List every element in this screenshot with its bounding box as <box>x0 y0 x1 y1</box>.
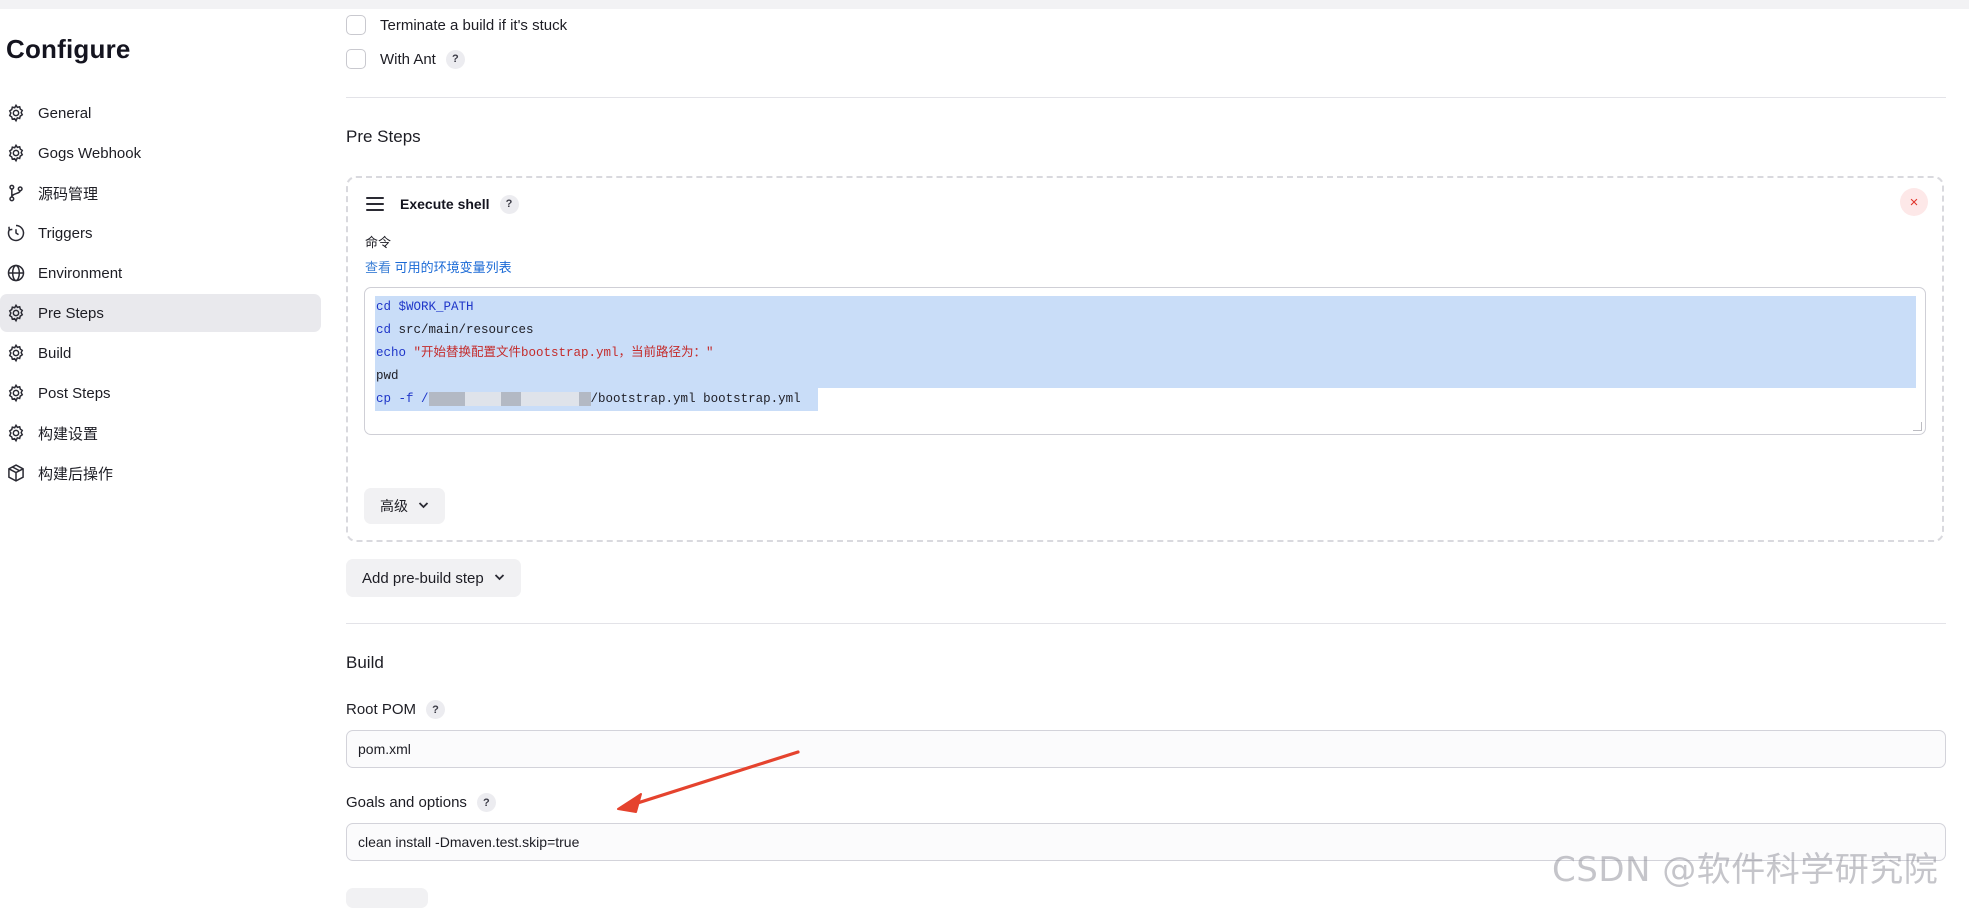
help-icon[interactable]: ? <box>426 700 446 719</box>
clock-icon <box>6 223 26 243</box>
sidebar-item-label: 构建后操作 <box>38 465 114 483</box>
sidebar-item-pre-steps[interactable]: Pre Steps <box>0 294 321 332</box>
sidebar-item-label: Environment <box>38 264 123 282</box>
option-terminate-stuck[interactable]: Terminate a build if it's stuck <box>346 13 567 37</box>
sidebar-item-label: Triggers <box>38 224 93 242</box>
redacted-block <box>578 391 591 406</box>
sidebar-item-build-settings[interactable]: 构建设置 <box>0 414 321 452</box>
code-string: "开始替换配置文件bootstrap.yml，当前路径为：" <box>413 346 714 360</box>
code-keyword: echo <box>376 346 407 360</box>
step-title: Execute shell <box>400 196 490 212</box>
execute-shell-step: Execute shell ? × 命令 查看 可用的环境变量列表 cd $WO… <box>346 176 1944 542</box>
main-content: Terminate a build if it's stuck With Ant… <box>346 0 1946 900</box>
globe-icon <box>6 263 26 283</box>
root-pom-input[interactable]: pom.xml <box>346 730 1946 768</box>
code-keyword: cd <box>376 323 392 337</box>
sidebar-item-label: 源码管理 <box>38 185 99 203</box>
help-icon[interactable]: ? <box>476 793 496 812</box>
option-with-ant[interactable]: With Ant ? <box>346 47 465 71</box>
help-icon[interactable]: ? <box>499 194 519 214</box>
gear-icon <box>6 383 26 403</box>
watermark: CSDN @软件科学研究院 <box>1552 850 1939 890</box>
section-title-build: Build <box>346 653 384 672</box>
command-label: 命令 <box>365 235 392 250</box>
root-pom-label-row: Root POM ? <box>346 700 446 719</box>
sidebar-item-general[interactable]: General <box>0 94 321 132</box>
delete-step-button[interactable]: × <box>1900 188 1928 216</box>
sidebar-item-label: Pre Steps <box>38 304 104 322</box>
sidebar: Configure General Gogs Webhook 源码管理 Trig… <box>0 0 330 900</box>
code-variable: $WORK_PATH <box>398 300 474 314</box>
close-icon: × <box>1909 193 1919 211</box>
help-icon[interactable]: ? <box>445 49 465 69</box>
gear-icon <box>6 103 26 123</box>
redacted-block <box>464 391 501 406</box>
resize-handle-icon[interactable] <box>1913 422 1922 431</box>
chevron-down-icon <box>494 570 505 584</box>
sidebar-item-label: 构建设置 <box>38 425 99 443</box>
code-content: cd $WORK_PATH cd src/main/resources echo… <box>376 296 801 411</box>
gear-icon <box>6 343 26 363</box>
sidebar-item-environment[interactable]: Environment <box>0 254 321 292</box>
divider <box>346 623 1946 624</box>
root-pom-label: Root POM <box>346 701 417 718</box>
add-pre-build-step-button[interactable]: Add pre-build step <box>346 559 521 597</box>
gear-icon <box>6 423 26 443</box>
package-icon <box>6 463 26 483</box>
sidebar-item-build[interactable]: Build <box>0 334 321 372</box>
goals-label: Goals and options <box>346 794 467 811</box>
sidebar-item-source-control[interactable]: 源码管理 <box>0 174 321 212</box>
sidebar-item-post-build-actions[interactable]: 构建后操作 <box>0 454 321 492</box>
gear-icon <box>6 143 26 163</box>
sidebar-item-label: Post Steps <box>38 384 111 402</box>
advanced-label: 高级 <box>380 498 408 514</box>
divider <box>346 97 1946 98</box>
chevron-down-icon <box>418 498 429 512</box>
env-vars-link[interactable]: 可用的环境变量列表 <box>395 260 512 275</box>
code-text: /bootstrap.yml bootstrap.yml <box>590 392 801 406</box>
redacted-block <box>500 391 521 406</box>
env-vars-link-row: 查看 可用的环境变量列表 <box>365 257 512 276</box>
command-textarea[interactable]: cd $WORK_PATH cd src/main/resources echo… <box>364 287 1926 435</box>
gear-icon <box>6 303 26 323</box>
code-flag: -f / <box>398 392 429 406</box>
checkbox-label: Terminate a build if it's stuck <box>380 16 568 34</box>
checkbox-label: With Ant <box>380 50 436 68</box>
cut-off-button[interactable] <box>346 888 428 908</box>
add-step-label: Add pre-build step <box>362 569 484 587</box>
advanced-button[interactable]: 高级 <box>364 488 445 524</box>
sidebar-item-label: Build <box>38 344 72 362</box>
redacted-block <box>428 391 465 406</box>
code-line: pwd <box>376 365 801 388</box>
code-line: echo "开始替换配置文件bootstrap.yml，当前路径为：" <box>376 342 801 365</box>
redacted-block <box>520 391 579 406</box>
branch-icon <box>6 183 26 203</box>
page-title: Configure <box>6 34 131 64</box>
sidebar-item-label: Gogs Webhook <box>38 144 142 162</box>
goals-label-row: Goals and options ? <box>346 793 496 812</box>
checkbox[interactable] <box>346 49 366 69</box>
sidebar-nav: General Gogs Webhook 源码管理 Triggers Envir <box>0 94 321 494</box>
env-link-prefix: 查看 <box>365 260 392 275</box>
drag-handle-icon[interactable] <box>366 197 384 211</box>
code-text: src/main/resources <box>398 323 534 337</box>
code-keyword: cp <box>376 392 392 406</box>
section-title-pre-steps: Pre Steps <box>346 127 421 146</box>
checkbox[interactable] <box>346 15 366 35</box>
code-line: cd src/main/resources <box>376 319 801 342</box>
step-header: Execute shell ? <box>366 192 519 216</box>
code-keyword: cd <box>376 300 392 314</box>
sidebar-item-label: General <box>38 104 92 122</box>
code-line: cd $WORK_PATH <box>376 296 801 319</box>
code-text: pwd <box>376 369 399 383</box>
code-line: cp -f / /bootstrap.yml bootstrap.yml <box>376 388 801 411</box>
sidebar-item-gogs-webhook[interactable]: Gogs Webhook <box>0 134 321 172</box>
sidebar-item-triggers[interactable]: Triggers <box>0 214 321 252</box>
sidebar-item-post-steps[interactable]: Post Steps <box>0 374 321 412</box>
